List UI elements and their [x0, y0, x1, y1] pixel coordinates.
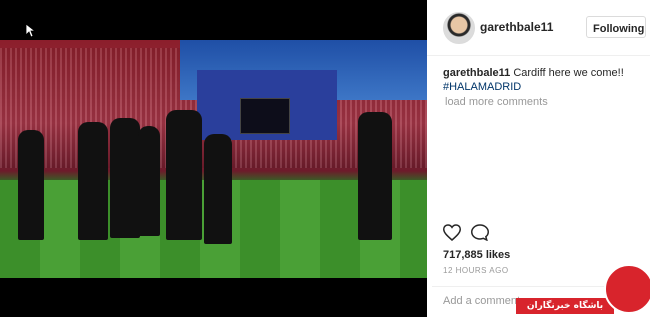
player [78, 122, 108, 240]
load-more-comments-link[interactable]: load more comments [445, 96, 548, 108]
watermark-emblem-icon [604, 264, 650, 314]
player [358, 112, 392, 240]
player [204, 134, 232, 244]
cursor-icon [26, 24, 36, 38]
avatar[interactable] [443, 12, 475, 44]
player [18, 130, 44, 240]
heart-icon[interactable] [443, 224, 461, 241]
post-media [0, 0, 427, 317]
caption-text: Cardiff here we come!! [513, 67, 624, 79]
hashtag-link[interactable]: #HALAMADRID [443, 80, 643, 94]
player [166, 110, 202, 240]
likes-count[interactable]: 717,885 likes [443, 249, 510, 261]
post-photo[interactable] [0, 40, 427, 278]
post-timestamp: 12 HOURS AGO [443, 266, 509, 275]
username-link[interactable]: garethbale11 [480, 20, 553, 34]
comment-icon[interactable] [471, 224, 489, 241]
player [138, 126, 160, 236]
watermark-text: باشگاه خبرنگاران [516, 298, 614, 314]
player [110, 118, 140, 238]
post-caption: garethbale11 Cardiff here we come!! #HAL… [443, 66, 643, 94]
watermark-logo: باشگاه خبرنگاران [516, 260, 650, 317]
caption-username[interactable]: garethbale11 [443, 67, 510, 79]
scoreboard [240, 98, 290, 134]
following-button[interactable]: Following [586, 16, 646, 38]
